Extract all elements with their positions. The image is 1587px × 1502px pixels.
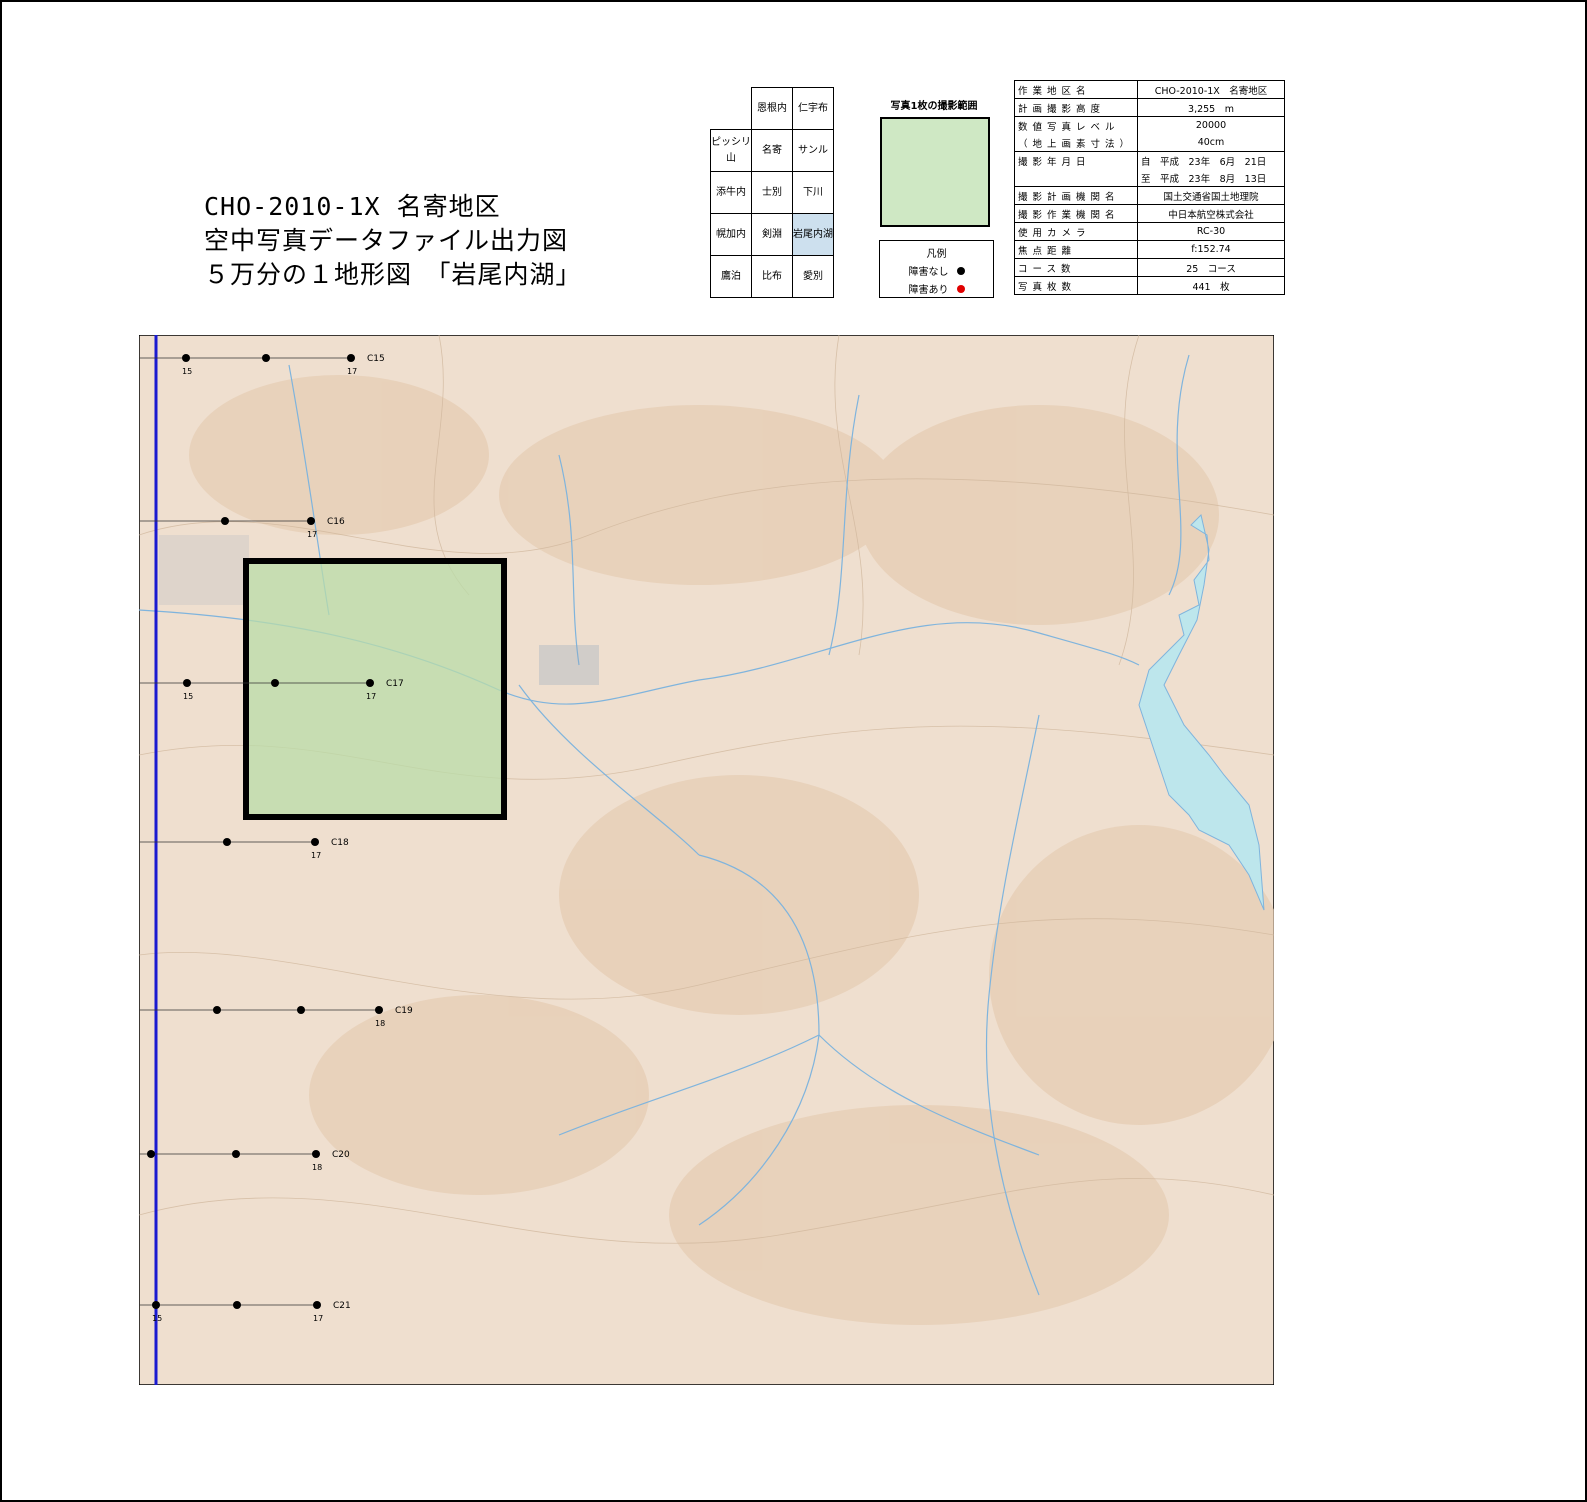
course-label: C16 [327,517,345,527]
index-cell [711,88,752,130]
info-value: 中日本航空株式会社 [1137,204,1286,223]
info-value: 441 枚 [1137,276,1286,295]
photo-coverage-box [243,558,507,820]
photo-point [152,1301,160,1309]
info-key: 作業地区名 [1013,80,1139,99]
photo-point [183,679,191,687]
course-end-number: 18 [375,1019,385,1028]
photo-point [182,354,190,362]
index-cell: 下川 [792,171,834,214]
index-cell: ピッシリ山 [710,129,752,172]
course-label: C18 [331,838,349,848]
photo-point [307,517,315,525]
info-value: 至 平成 23年 8月 13日 [1137,169,1286,187]
info-key: 使用カメラ [1013,222,1139,241]
legend-box: 凡例 障害なし 障害あり [879,240,994,298]
info-value: 25 コース [1137,258,1286,277]
course-end-number: 17 [313,1314,323,1323]
photo-point [366,679,374,687]
index-cell: 添牛内 [710,171,752,214]
course-label: C21 [333,1301,351,1311]
info-value: 国土交通省国土地理院 [1137,186,1286,205]
index-cell: 幌加内 [710,213,752,256]
index-cell: 鷹泊 [710,255,752,298]
course-label: C20 [332,1150,350,1160]
photo-point [221,517,229,525]
survey-info-table: 作業地区名 CHO-2010-1X 名寄地区 計画撮影高度 3,255 m 数値写真… [1013,80,1286,295]
course-end-number: 17 [366,692,376,701]
info-key: （地上画素寸法） [1013,134,1139,152]
photo-point [375,1006,383,1014]
photo-point [147,1150,155,1158]
photo-point [233,1301,241,1309]
photo-point [297,1006,305,1014]
info-value: 40cm [1137,134,1286,152]
title-line-2: 空中写真データファイル出力図 [204,226,569,255]
index-cell: 愛別 [792,255,834,298]
legend-title: 凡例 [926,249,947,260]
course-start-number: 15 [152,1314,162,1323]
index-cell-current: 岩尾内湖 [792,213,834,256]
coverage-label: 写真1枚の撮影範囲 [890,101,978,112]
info-value: 3,255 m [1137,98,1286,117]
red-dot-icon [956,284,965,293]
index-cell: 比布 [751,255,793,298]
index-cell: 剣淵 [751,213,793,256]
info-value: 自 平成 23年 6月 21日 [1137,151,1286,169]
info-key: 焦点距離 [1013,240,1139,259]
photo-point [213,1006,221,1014]
black-dot-icon [956,266,965,275]
info-key: 数値写真レベル [1013,116,1139,134]
photo-point [232,1150,240,1158]
coverage-square [880,117,990,227]
legend-row-obstacle: 障害あり [880,281,993,296]
legend-label-no-obstacle: 障害なし [908,267,949,278]
info-key [1013,169,1139,187]
index-cell: サンル [792,129,834,172]
photo-point [271,679,279,687]
photo-point [223,838,231,846]
index-cell: 名寄 [751,129,793,172]
photo-point [313,1301,321,1309]
info-key: 写真枚数 [1013,276,1139,295]
legend-row-no-obstacle: 障害なし [880,263,993,278]
legend-label-obstacle: 障害あり [908,285,949,296]
topographic-map: C15 15 17 C16 17 C17 15 17 C18 17 C19 18 C20 18 C21 15 1… [139,335,1274,1385]
photo-point [312,1150,320,1158]
course-end-number: 17 [307,530,317,539]
info-value: CHO-2010-1X 名寄地区 [1137,80,1286,99]
photo-point [347,354,355,362]
photo-point [311,838,319,846]
course-start-number: 15 [183,692,193,701]
photo-coverage-sample: 写真1枚の撮影範囲 [880,97,990,227]
course-label: C19 [395,1006,413,1016]
photo-point [262,354,270,362]
info-key: 撮影計画機関名 [1013,186,1139,205]
index-map-grid: 恩根内 仁宇布 ピッシリ山 名寄 サンル 添牛内 士別 下川 幌加内 剣淵 岩尾… [710,87,834,298]
info-key: 計画撮影高度 [1013,98,1139,117]
title-line-3: ５万分の１地形図 「岩尾内湖」 [204,260,582,289]
info-key: 撮影作業機関名 [1013,204,1139,223]
course-label: C17 [386,679,404,689]
info-value: RC-30 [1137,222,1286,241]
course-label: C15 [367,354,385,364]
course-end-number: 18 [312,1163,322,1172]
course-end-number: 17 [347,367,357,376]
index-cell: 仁宇布 [792,87,834,130]
info-key: コース数 [1013,258,1139,277]
info-key: 撮影年月日 [1013,151,1139,169]
map-title: CHO-2010-1X 名寄地区 空中写真データファイル出力図 ５万分の１地形図… [204,190,582,292]
index-cell: 恩根内 [751,87,793,130]
info-value: f:152.74 [1137,240,1286,259]
course-start-number: 15 [182,367,192,376]
info-value: 20000 [1137,116,1286,134]
index-cell: 士別 [751,171,793,214]
course-end-number: 17 [311,851,321,860]
title-line-1: CHO-2010-1X 名寄地区 [204,192,501,221]
